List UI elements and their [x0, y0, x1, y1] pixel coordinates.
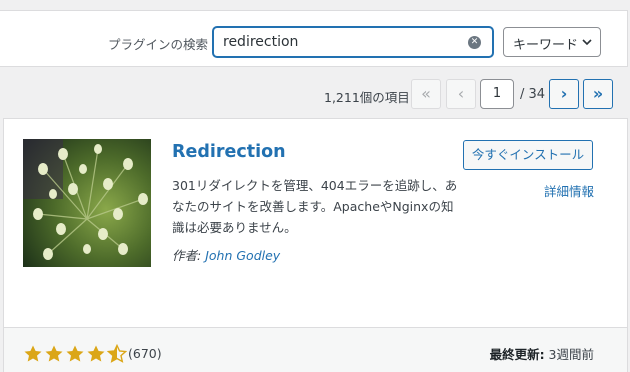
items-count: 1,211個の項目 [324, 90, 410, 105]
first-page-button: « [411, 79, 441, 109]
install-now-button[interactable]: 今すぐインストール [463, 140, 593, 170]
more-details-link[interactable]: 詳細情報 [544, 181, 594, 200]
plugin-author: 作者: John Godley [172, 245, 280, 264]
author-link[interactable]: John Godley [205, 248, 280, 263]
star-rating [23, 344, 128, 364]
total-pages: / 34 [520, 87, 546, 102]
chevron-down-icon [582, 39, 592, 46]
plugin-filter-bar: プラグインの検索 redirection ✕ キーワード [0, 10, 628, 67]
star-filled-icon [87, 345, 105, 362]
pagination: 1,211個の項目 « ‹ 1 / 34 › » [0, 79, 630, 109]
last-page-button[interactable]: » [583, 79, 613, 109]
star-filled-icon [24, 345, 42, 362]
plugin-thumbnail-image [23, 139, 151, 267]
search-type-select[interactable]: キーワード [503, 27, 601, 57]
next-page-button[interactable]: › [549, 79, 579, 109]
star-half-icon [107, 344, 127, 363]
search-type-value: キーワード [513, 38, 579, 53]
search-label: プラグインの検索 [108, 37, 209, 52]
plugin-name-link[interactable]: Redirection [172, 142, 286, 162]
plugin-card-footer: (670) 最終更新: 3週間前 [4, 327, 627, 372]
plugin-thumbnail[interactable] [23, 139, 151, 267]
current-page-input[interactable]: 1 [480, 79, 514, 109]
rating-count[interactable]: (670) [128, 346, 162, 361]
author-prefix: 作者: [172, 248, 202, 263]
prev-page-button: ‹ [446, 79, 476, 109]
star-filled-icon [45, 345, 63, 362]
plugin-description: 301リダイレクトを管理、404エラーを追跡し、あなたのサイトを改善します。Ap… [172, 178, 458, 235]
last-updated-label: 最終更新: [489, 347, 545, 362]
search-input-value[interactable]: redirection [223, 34, 298, 50]
plugin-search-input[interactable]: redirection ✕ [213, 27, 493, 57]
last-updated: 最終更新: 3週間前 [490, 344, 594, 363]
star-filled-icon [66, 345, 84, 362]
plugin-card: Redirection 301リダイレクトを管理、404エラーを追跡し、あなたの… [3, 118, 628, 372]
clear-search-icon[interactable]: ✕ [468, 36, 481, 49]
last-updated-value: 3週間前 [548, 347, 594, 362]
